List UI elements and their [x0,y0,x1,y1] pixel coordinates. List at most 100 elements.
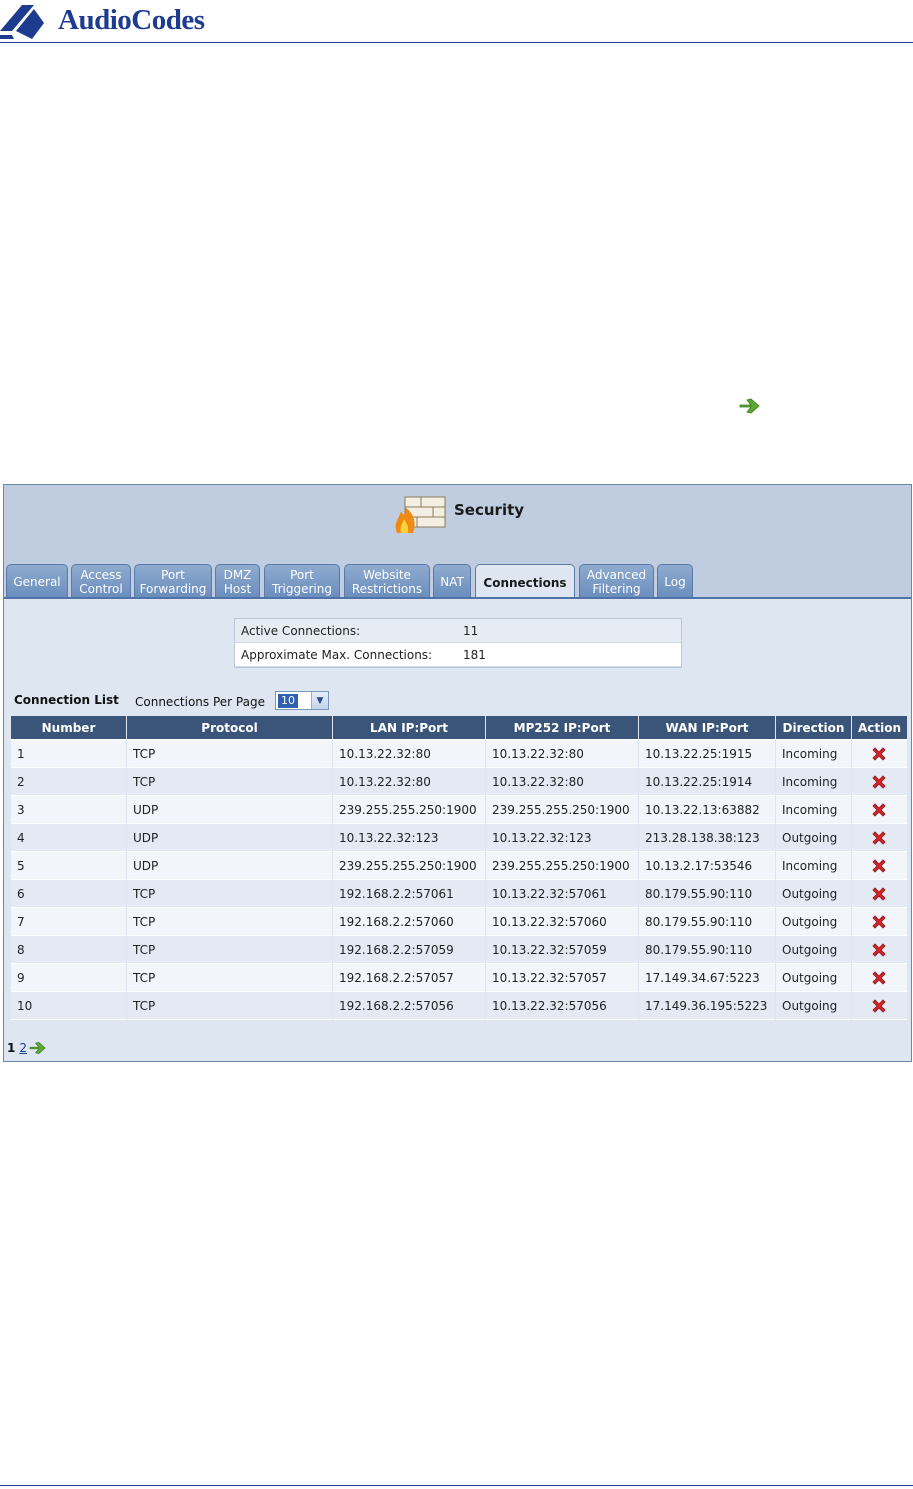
cell-wan-ip-port: 80.179.55.90:110 [639,908,775,936]
chevron-down-icon[interactable]: ▼ [311,692,328,709]
cell-lan-ip-port: 192.168.2.2:57057 [333,964,485,992]
cell-number: 8 [11,936,126,964]
active-connections-value: 11 [463,623,479,638]
cell-lan-ip-port: 192.168.2.2:57060 [333,908,485,936]
cell-wan-ip-port: 10.13.22.13:63882 [639,796,775,824]
document-header: AudioCodes [0,0,913,44]
table-row: 2 TCP 10.13.22.32:80 10.13.22.32:80 10.13.22… [11,768,907,796]
cell-protocol: TCP [127,768,332,796]
cell-protocol: TCP [127,936,332,964]
cell-mp252-ip-port: 10.13.22.32:80 [486,740,638,768]
cell-lan-ip-port: 10.13.22.32:123 [333,824,485,852]
tab-general[interactable]: General [6,564,68,597]
cell-mp252-ip-port: 239.255.255.250:1900 [486,852,638,880]
arrow-right-icon [739,398,760,414]
connections-panel: Active Connections: 11 Approximate Max. … [4,599,911,1061]
cell-protocol: TCP [127,880,332,908]
table-row: 7 TCP 192.168.2.2:57060 10.13.22.32:57060 80… [11,908,907,936]
cell-direction: Outgoing [776,880,851,908]
table-row: 9 TCP 192.168.2.2:57057 10.13.22.32:57057 17… [11,964,907,992]
cell-mp252-ip-port: 10.13.22.32:80 [486,768,638,796]
cell-lan-ip-port: 239.255.255.250:1900 [333,852,485,880]
cell-direction: Incoming [776,768,851,796]
delete-x-icon[interactable] [870,997,888,1015]
delete-x-icon[interactable] [870,969,888,987]
cell-action [852,964,907,992]
cell-number: 5 [11,852,126,880]
cell-number: 10 [11,992,126,1020]
connection-table: Number Protocol LAN IP:Port MP252 IP:Por… [10,716,908,1020]
delete-x-icon[interactable] [870,745,888,763]
delete-x-icon[interactable] [870,829,888,847]
delete-x-icon[interactable] [870,941,888,959]
tab-port-triggering[interactable]: Port Triggering [264,564,340,597]
cell-mp252-ip-port: 10.13.22.32:57059 [486,936,638,964]
tab-nat[interactable]: NAT [433,564,471,597]
column-header-protocol: Protocol [127,716,332,740]
cell-lan-ip-port: 192.168.2.2:57059 [333,936,485,964]
cell-wan-ip-port: 17.149.34.67:5223 [639,964,775,992]
cell-action [852,852,907,880]
cell-number: 9 [11,964,126,992]
tab-access-control[interactable]: Access Control [71,564,131,597]
current-page: 1 [7,1041,16,1055]
cell-direction: Outgoing [776,992,851,1020]
cell-number: 2 [11,768,126,796]
cell-wan-ip-port: 10.13.22.25:1915 [639,740,775,768]
cell-lan-ip-port: 10.13.22.32:80 [333,768,485,796]
cell-protocol: UDP [127,852,332,880]
cell-mp252-ip-port: 10.13.22.32:57057 [486,964,638,992]
column-header-mp252: MP252 IP:Port [486,716,638,740]
per-page-value: 10 [278,693,298,708]
active-connections-label: Active Connections: [241,623,361,638]
cell-direction: Outgoing [776,936,851,964]
delete-x-icon[interactable] [870,801,888,819]
pagination: 1 2 [7,1040,48,1056]
cell-number: 3 [11,796,126,824]
cell-action [852,992,907,1020]
tab-log[interactable]: Log [657,564,693,597]
cell-direction: Outgoing [776,964,851,992]
cell-wan-ip-port: 17.149.36.195:5223 [639,992,775,1020]
tab-bar: General Access Control Port Forwarding D… [4,564,911,598]
delete-x-icon[interactable] [870,885,888,903]
page-link-2[interactable]: 2 [19,1041,27,1055]
audiocodes-logo-icon [0,5,44,39]
cell-lan-ip-port: 10.13.22.32:80 [333,740,485,768]
cell-direction: Incoming [776,740,851,768]
tab-website-restrictions[interactable]: Website Restrictions [344,564,430,597]
cell-protocol: TCP [127,964,332,992]
cell-wan-ip-port: 213.28.138.38:123 [639,824,775,852]
column-header-direction: Direction [776,716,851,740]
cell-wan-ip-port: 10.13.22.25:1914 [639,768,775,796]
cell-action [852,936,907,964]
per-page-select[interactable]: 10 ▼ [275,691,329,710]
per-page-label: Connections Per Page [135,695,265,709]
next-page-arrow-icon[interactable] [28,1040,48,1056]
cell-wan-ip-port: 80.179.55.90:110 [639,880,775,908]
column-header-lan: LAN IP:Port [333,716,485,740]
cell-direction: Incoming [776,796,851,824]
cell-action [852,880,907,908]
tab-connections[interactable]: Connections [475,564,575,598]
cell-action [852,908,907,936]
tab-advanced-filtering[interactable]: Advanced Filtering [579,564,654,597]
cell-wan-ip-port: 80.179.55.90:110 [639,936,775,964]
cell-mp252-ip-port: 10.13.22.32:123 [486,824,638,852]
connection-stats: Active Connections: 11 Approximate Max. … [234,618,682,668]
delete-x-icon[interactable] [870,857,888,875]
security-screen: Security General Access Control Port For… [3,484,912,1062]
table-header-row: Number Protocol LAN IP:Port MP252 IP:Por… [11,716,907,740]
title-area: Security [4,485,911,549]
cell-mp252-ip-port: 10.13.22.32:57056 [486,992,638,1020]
tab-port-forwarding[interactable]: Port Forwarding [134,564,212,597]
cell-protocol: UDP [127,824,332,852]
cell-direction: Outgoing [776,824,851,852]
delete-x-icon[interactable] [870,913,888,931]
cell-number: 6 [11,880,126,908]
cell-mp252-ip-port: 10.13.22.32:57061 [486,880,638,908]
cell-lan-ip-port: 192.168.2.2:57061 [333,880,485,908]
tab-dmz-host[interactable]: DMZ Host [215,564,260,597]
cell-lan-ip-port: 192.168.2.2:57056 [333,992,485,1020]
delete-x-icon[interactable] [870,773,888,791]
